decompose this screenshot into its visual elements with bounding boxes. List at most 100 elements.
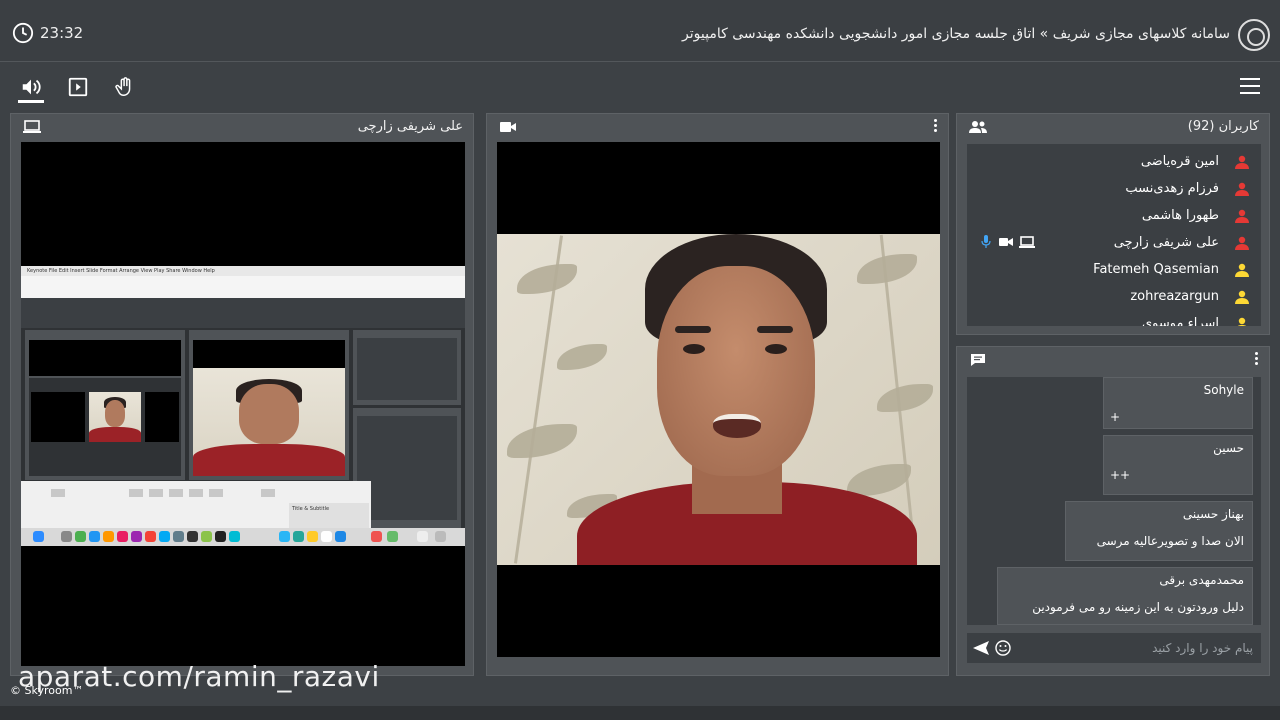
webcam-video[interactable] [497, 142, 940, 657]
user-row[interactable]: فرزام زهدی‌نسب [967, 175, 1261, 202]
raise-hand-button[interactable] [112, 74, 138, 100]
speaker-button[interactable] [18, 74, 44, 100]
person-brow [757, 326, 793, 333]
mini-video-black [193, 340, 345, 368]
wallpaper-leaf [877, 384, 933, 412]
clock-icon [12, 22, 34, 44]
dock-app-icon [75, 531, 86, 542]
menu-icon [1240, 78, 1260, 80]
chat-input[interactable] [1017, 637, 1253, 659]
keynote-window: Title & Subtitle [21, 481, 371, 531]
more-icon [934, 119, 937, 122]
screen-share-button[interactable] [65, 74, 91, 100]
top-bar: 23:32 سامانه کلاسهای مجازی شریف » اتاق ج… [0, 0, 1280, 62]
presenter-user-icon [1235, 209, 1249, 223]
mini-black-area [29, 340, 181, 376]
menu-icon-line [1240, 85, 1260, 87]
presenter-user-icon [1235, 236, 1249, 250]
mini-nested [29, 378, 181, 476]
mini-users-panel [353, 330, 461, 405]
dock-app-icon [131, 531, 142, 542]
keynote-tool [189, 489, 203, 497]
mini-head [104, 399, 126, 427]
laptop-icon [23, 120, 41, 133]
menu-button[interactable] [1240, 78, 1260, 94]
microphone-icon [981, 235, 991, 248]
dock-app-icon [307, 531, 318, 542]
video-more-button[interactable] [934, 119, 938, 135]
dock-app-icon [435, 531, 446, 542]
message-text: الان صدا و تصویرعالیه مرسی [1096, 534, 1244, 548]
mini-toolbar [21, 314, 465, 328]
user-row[interactable]: Fatemeh Qasemian [967, 256, 1261, 283]
shared-desktop: Keynote File Edit Insert Slide Format Ar… [21, 266, 465, 546]
dock-app-icon [279, 531, 290, 542]
dock-app-icon [187, 531, 198, 542]
send-button[interactable] [973, 641, 989, 655]
mini-nested-face [89, 392, 141, 442]
dock-app-icon [417, 531, 428, 542]
speaker-icon [22, 79, 41, 95]
user-name: Fatemeh Qasemian [1093, 262, 1219, 277]
video-panel [486, 113, 949, 676]
mini-nested-list [145, 392, 179, 442]
bottom-bar [0, 706, 1280, 720]
emoji-button[interactable] [995, 640, 1011, 656]
dock-app-icon [293, 531, 304, 542]
keynote-tool [169, 489, 183, 497]
keynote-sidebar: Title & Subtitle [289, 503, 369, 529]
dock-app-icon [387, 531, 398, 542]
user-row[interactable]: علی شریفی زارچی [967, 229, 1261, 256]
more-icon-dot [934, 129, 937, 132]
presenter-user-icon [1235, 155, 1249, 169]
mini-video-panel [189, 330, 349, 480]
dock-app-icon [215, 531, 226, 542]
user-row[interactable]: طهورا هاشمی [967, 202, 1261, 229]
chat-more-button[interactable] [1255, 352, 1259, 368]
dock-app-icon [201, 531, 212, 542]
chat-message: Sohyle + [1103, 377, 1253, 429]
users-count: کاربران (92) [1187, 119, 1259, 134]
screen-share-panel-header: علی شریفی زارچی [11, 114, 473, 140]
chat-message: بهناز حسینی الان صدا و تصویرعالیه مرسی [1065, 501, 1253, 561]
screen-share-owner: علی شریفی زارچی [357, 119, 463, 134]
shared-screen[interactable]: Keynote File Edit Insert Slide Format Ar… [21, 142, 465, 666]
user-name: طهورا هاشمی [1141, 208, 1219, 223]
person-eye [683, 344, 705, 354]
mini-header [21, 298, 465, 314]
user-row[interactable]: اسراء موسوی [967, 310, 1261, 326]
mini-shirt [89, 427, 141, 442]
dock-app-icon [89, 531, 100, 542]
listener-user-icon [1237, 317, 1247, 326]
keynote-tool [51, 489, 65, 497]
message-text: + [1110, 410, 1121, 424]
keynote-tool [149, 489, 163, 497]
dock-app-icon [229, 531, 240, 542]
chat-messages: Sohyle + حسین ++ بهناز حسینی الان صدا و … [967, 377, 1261, 625]
user-name: اسراء موسوی [1142, 316, 1219, 326]
dock-app-icon [159, 531, 170, 542]
message-text: دلیل ورودتون به این زمینه رو می فرمودین [1032, 600, 1244, 614]
video-camera-icon [999, 238, 1013, 246]
screen-share-icon [68, 77, 88, 97]
user-name: علی شریفی زارچی [1113, 235, 1219, 250]
wallpaper-leaf [517, 264, 577, 294]
keynote-tool [209, 489, 223, 497]
dock-app-icon [371, 531, 382, 542]
speaker-active-indicator [18, 100, 44, 103]
user-row[interactable]: zohreazargun [967, 283, 1261, 310]
dock-app-icon [145, 531, 156, 542]
user-row[interactable]: امین قره‌یاضی [967, 148, 1261, 175]
user-name: zohreazargun [1130, 289, 1219, 304]
chat-panel-header [957, 347, 1269, 373]
mini-screen-panel [25, 330, 185, 480]
dock-app-icon [321, 531, 332, 542]
person-eye [765, 344, 787, 354]
wallpaper-leaf [857, 254, 917, 284]
user-name: فرزام زهدی‌نسب [1125, 181, 1219, 196]
clock: 23:32 [12, 22, 83, 44]
chat-message: محمدمهدی برقی دلیل ورودتون به این زمینه … [997, 567, 1253, 625]
laptop-icon [1019, 236, 1035, 248]
users-panel-header: کاربران (92) [957, 114, 1269, 140]
keynote-tool [261, 489, 275, 497]
